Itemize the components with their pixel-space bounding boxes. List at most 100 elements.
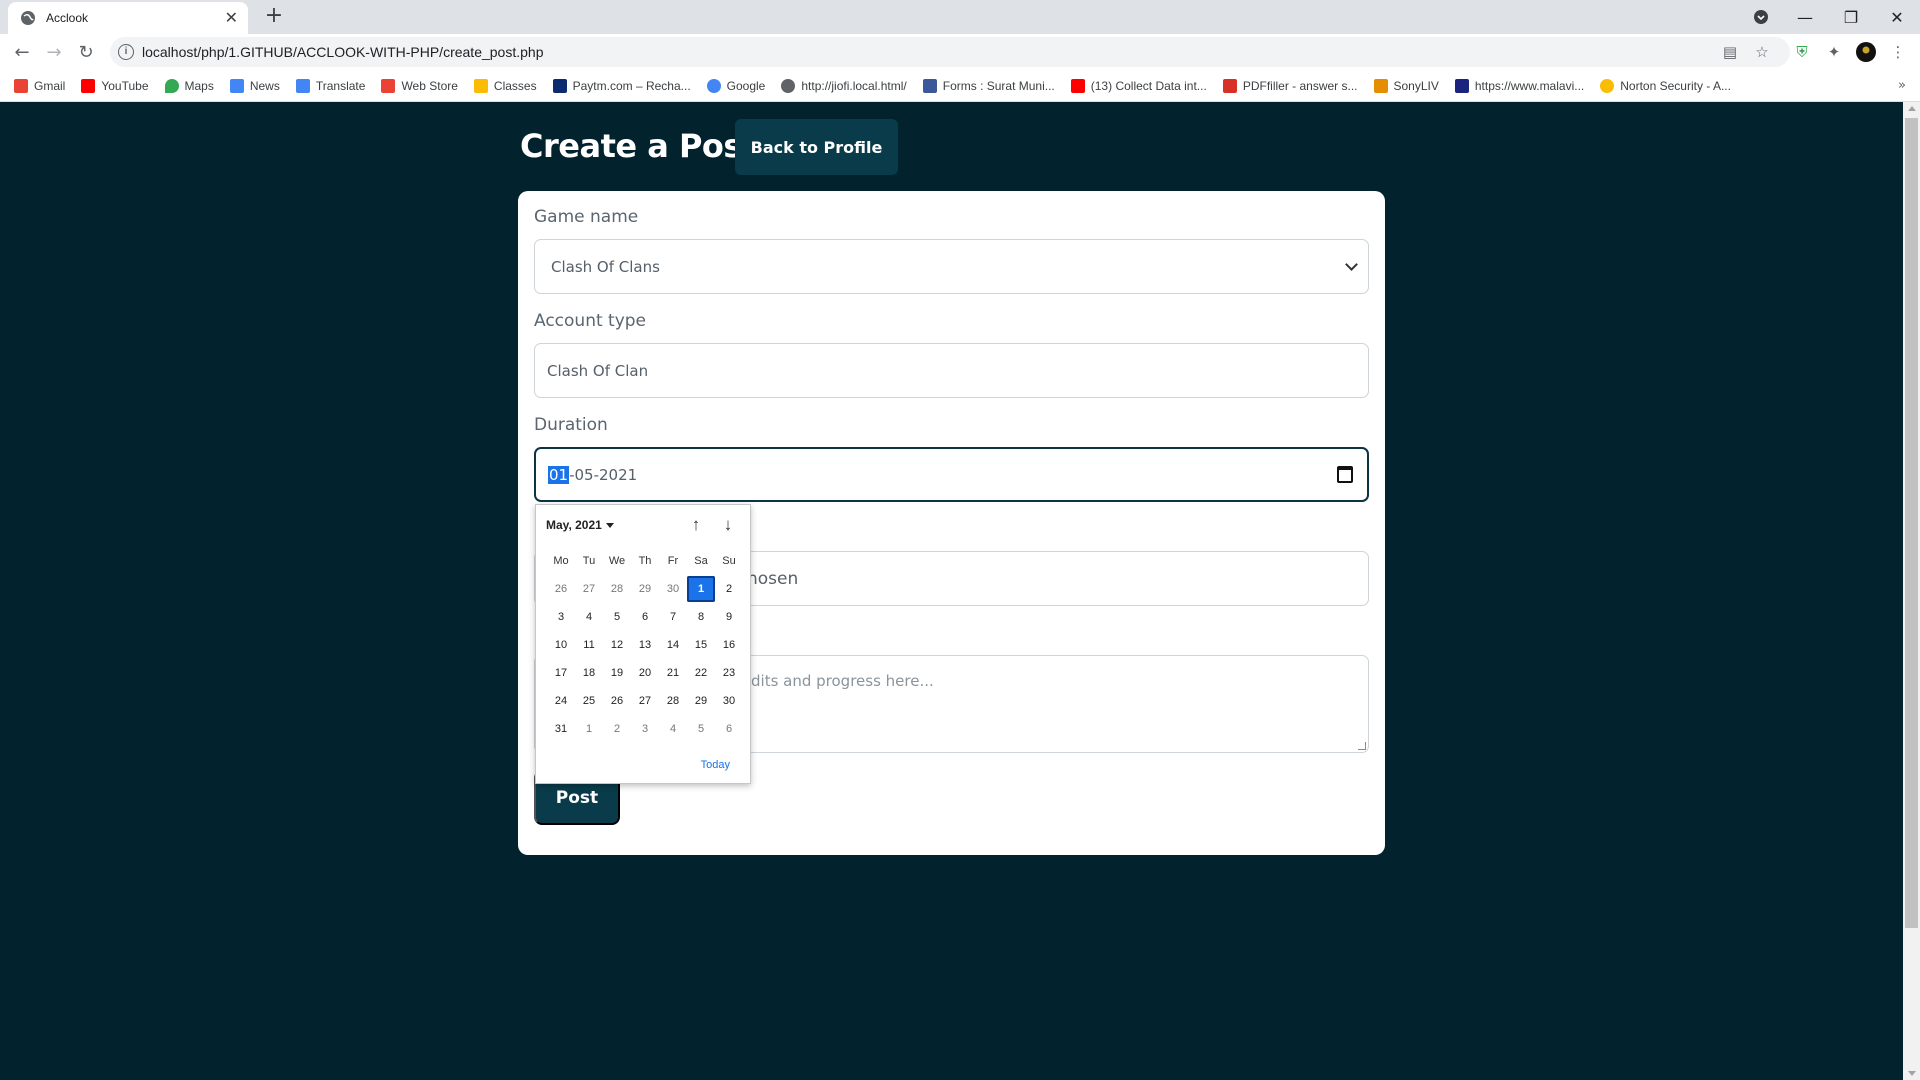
more-bookmarks-icon[interactable]: » xyxy=(1898,78,1906,93)
today-button[interactable]: Today xyxy=(701,759,730,771)
minimize-button[interactable]: — xyxy=(1782,0,1828,34)
date-rest-segment[interactable]: -05-2021 xyxy=(569,466,637,484)
shield-extension-icon[interactable]: ⛨ xyxy=(1792,42,1812,62)
bookmark-maps[interactable]: Maps xyxy=(164,78,214,93)
game-name-value: Clash Of Clans xyxy=(551,257,660,276)
account-type-input[interactable]: Clash Of Clan xyxy=(534,343,1369,398)
calendar-day[interactable]: 28 xyxy=(659,688,687,714)
page-scrollbar[interactable] xyxy=(1903,102,1920,1080)
calendar-day[interactable]: 6 xyxy=(631,604,659,630)
calendar-day-other-month[interactable]: 6 xyxy=(715,716,743,742)
restore-button[interactable]: ❐ xyxy=(1828,0,1874,34)
bookmark-translate[interactable]: Translate xyxy=(295,78,365,93)
month-year-selector[interactable]: May, 2021 xyxy=(546,518,614,532)
calendar-day[interactable]: 18 xyxy=(575,660,603,686)
bookmark-youtube[interactable]: YouTube xyxy=(81,78,149,93)
calendar-day[interactable]: 15 xyxy=(687,632,715,658)
calendar-day[interactable]: 17 xyxy=(547,660,575,686)
bookmark-malavi[interactable]: https://www.malavi... xyxy=(1454,78,1584,93)
calendar-day[interactable]: 1 xyxy=(687,576,715,602)
calendar-day[interactable]: 11 xyxy=(575,632,603,658)
weekday-label: Th xyxy=(638,555,652,567)
calendar-day[interactable]: 3 xyxy=(547,604,575,630)
calendar-day[interactable]: 10 xyxy=(547,632,575,658)
calendar-day[interactable]: 19 xyxy=(603,660,631,686)
forward-arrow-icon[interactable]: → xyxy=(42,40,66,64)
calendar-day[interactable]: 16 xyxy=(715,632,743,658)
calendar-day[interactable]: 25 xyxy=(575,688,603,714)
calendar-day-other-month[interactable]: 3 xyxy=(631,716,659,742)
calendar-day[interactable]: 14 xyxy=(659,632,687,658)
weekday-label: Tu xyxy=(582,555,596,567)
info-icon[interactable]: i xyxy=(118,44,134,60)
calendar-day[interactable]: 31 xyxy=(547,716,575,742)
calendar-day[interactable]: 23 xyxy=(715,660,743,686)
bookmark-sonyliv[interactable]: SonyLIV xyxy=(1373,78,1439,93)
bookmark-gmail[interactable]: Gmail xyxy=(14,78,65,93)
resize-handle-icon[interactable] xyxy=(1358,742,1366,750)
calendar-day-other-month[interactable]: 4 xyxy=(659,716,687,742)
game-name-select[interactable]: Clash Of Clans xyxy=(534,239,1369,294)
reload-icon[interactable]: ↻ xyxy=(74,40,98,64)
calendar-day-other-month[interactable]: 30 xyxy=(659,576,687,602)
browser-tab[interactable]: Acclook ✕ xyxy=(8,2,248,34)
calendar-day-other-month[interactable]: 2 xyxy=(603,716,631,742)
menu-dots-icon[interactable]: ⋮ xyxy=(1888,42,1908,62)
bookmark-classes[interactable]: Classes xyxy=(473,78,537,93)
calendar-day[interactable]: 26 xyxy=(603,688,631,714)
scrollbar-thumb[interactable] xyxy=(1905,118,1918,928)
address-bar[interactable]: i localhost/php/1.GITHUB/ACCLOOK-WITH-PH… xyxy=(110,37,1790,67)
date-day-segment[interactable]: 01 xyxy=(548,465,570,484)
bookmarks-bar: Gmail YouTube Maps News Translate Web St… xyxy=(0,70,1920,102)
bookmark-pdffiller[interactable]: PDFfiller - answer s... xyxy=(1222,78,1358,93)
bookmark-collect-data[interactable]: (13) Collect Data int... xyxy=(1070,78,1207,93)
gmail-icon xyxy=(14,78,28,93)
new-tab-button[interactable]: + xyxy=(262,5,286,29)
calendar-day[interactable]: 12 xyxy=(603,632,631,658)
calendar-day[interactable]: 29 xyxy=(687,688,715,714)
calendar-day[interactable]: 7 xyxy=(659,604,687,630)
calendar-day[interactable]: 9 xyxy=(715,604,743,630)
calendar-day-other-month[interactable]: 5 xyxy=(687,716,715,742)
duration-label: Duration xyxy=(534,415,608,435)
calendar-day-other-month[interactable]: 29 xyxy=(631,576,659,602)
calendar-day[interactable]: 5 xyxy=(603,604,631,630)
bookmark-norton[interactable]: Norton Security - A... xyxy=(1600,78,1731,93)
classes-icon xyxy=(473,78,488,93)
bookmark-paytm[interactable]: Paytm.com – Recha... xyxy=(552,78,691,93)
calendar-day[interactable]: 4 xyxy=(575,604,603,630)
close-tab-icon[interactable]: ✕ xyxy=(225,10,238,26)
bookmark-news[interactable]: News xyxy=(229,78,280,93)
tab-search-icon[interactable] xyxy=(1738,0,1784,34)
calendar-day[interactable]: 22 xyxy=(687,660,715,686)
bookmark-forms[interactable]: Forms : Surat Muni... xyxy=(922,78,1055,93)
calendar-day[interactable]: 27 xyxy=(631,688,659,714)
profile-avatar[interactable] xyxy=(1856,42,1876,62)
calendar-icon[interactable] xyxy=(1337,466,1353,483)
back-to-profile-button[interactable]: Back to Profile xyxy=(735,119,898,175)
calendar-day-other-month[interactable]: 27 xyxy=(575,576,603,602)
close-window-button[interactable]: ✕ xyxy=(1874,0,1920,34)
calendar-day-other-month[interactable]: 26 xyxy=(547,576,575,602)
scroll-down-arrow-icon[interactable] xyxy=(1908,1071,1916,1076)
calendar-day[interactable]: 13 xyxy=(631,632,659,658)
previous-month-arrow-icon[interactable]: ↑ xyxy=(686,515,706,535)
calendar-day-other-month[interactable]: 28 xyxy=(603,576,631,602)
reader-mode-icon[interactable]: ▤ xyxy=(1720,42,1740,62)
next-month-arrow-icon[interactable]: ↓ xyxy=(718,515,738,535)
bookmark-jiofi[interactable]: http://jiofi.local.html/ xyxy=(781,78,907,93)
calendar-day[interactable]: 30 xyxy=(715,688,743,714)
back-arrow-icon[interactable]: ← xyxy=(10,40,34,64)
calendar-day[interactable]: 20 xyxy=(631,660,659,686)
bookmark-star-icon[interactable]: ☆ xyxy=(1752,42,1772,62)
calendar-day[interactable]: 8 xyxy=(687,604,715,630)
calendar-day[interactable]: 24 xyxy=(547,688,575,714)
extensions-puzzle-icon[interactable]: ✦ xyxy=(1824,42,1844,62)
bookmark-web-store[interactable]: Web Store xyxy=(381,78,458,93)
calendar-day[interactable]: 21 xyxy=(659,660,687,686)
duration-date-input[interactable]: 01 -05-2021 xyxy=(534,447,1369,502)
scroll-up-arrow-icon[interactable] xyxy=(1908,106,1916,111)
calendar-day[interactable]: 2 xyxy=(715,576,743,602)
bookmark-google[interactable]: Google xyxy=(706,78,765,93)
calendar-day-other-month[interactable]: 1 xyxy=(575,716,603,742)
